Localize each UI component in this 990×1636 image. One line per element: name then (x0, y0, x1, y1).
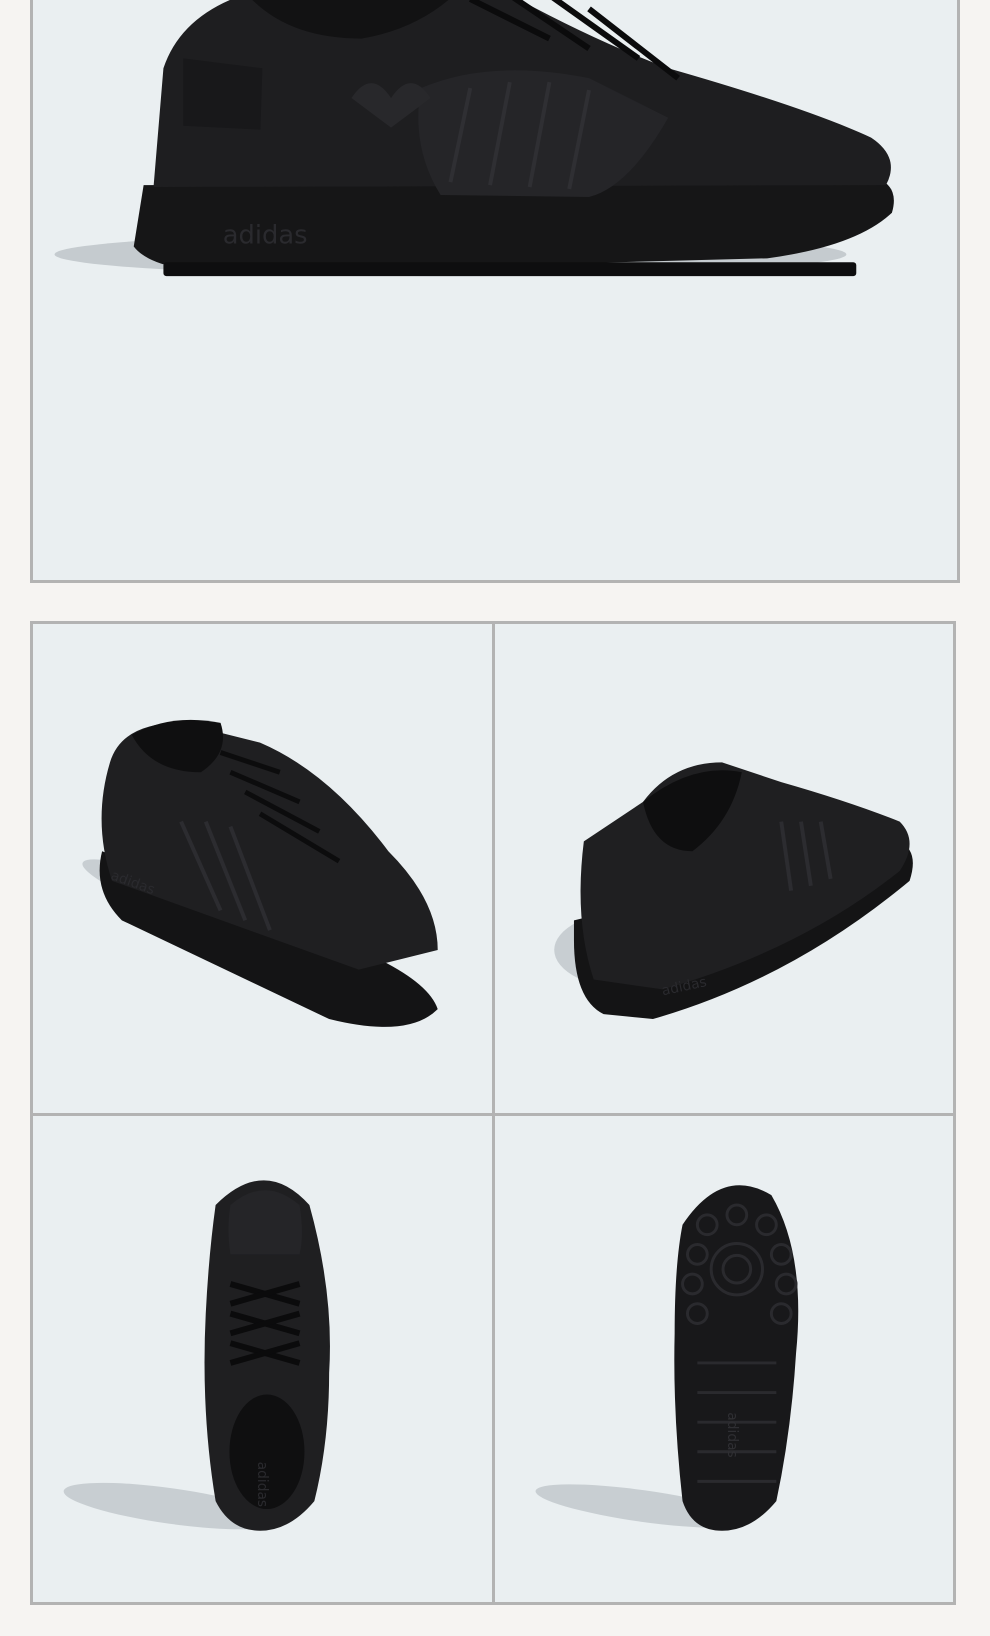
shoe-back-quarter-icon: adidas (554, 762, 913, 1020)
product-image-back-quarter-view[interactable]: adidas (492, 621, 956, 1116)
product-image-sole-view[interactable]: adidas (492, 1113, 956, 1605)
product-image-top-view[interactable]: adidas (30, 1113, 496, 1605)
brand-print: adidas (223, 220, 308, 250)
product-image-side-view[interactable]: adidas (30, 0, 960, 583)
shoe-front-quarter-icon: adidas (82, 719, 438, 1027)
product-image-front-quarter-view[interactable]: adidas (30, 621, 496, 1116)
product-image-grid: adidas adidas adidas adidas (30, 621, 956, 1605)
shoe-sole-icon: adidas (535, 1185, 799, 1531)
shoe-top-icon: adidas (63, 1180, 330, 1531)
brand-print: adidas (724, 1412, 740, 1457)
shoe-side-icon: adidas (54, 0, 894, 277)
brand-print: adidas (254, 1462, 270, 1507)
